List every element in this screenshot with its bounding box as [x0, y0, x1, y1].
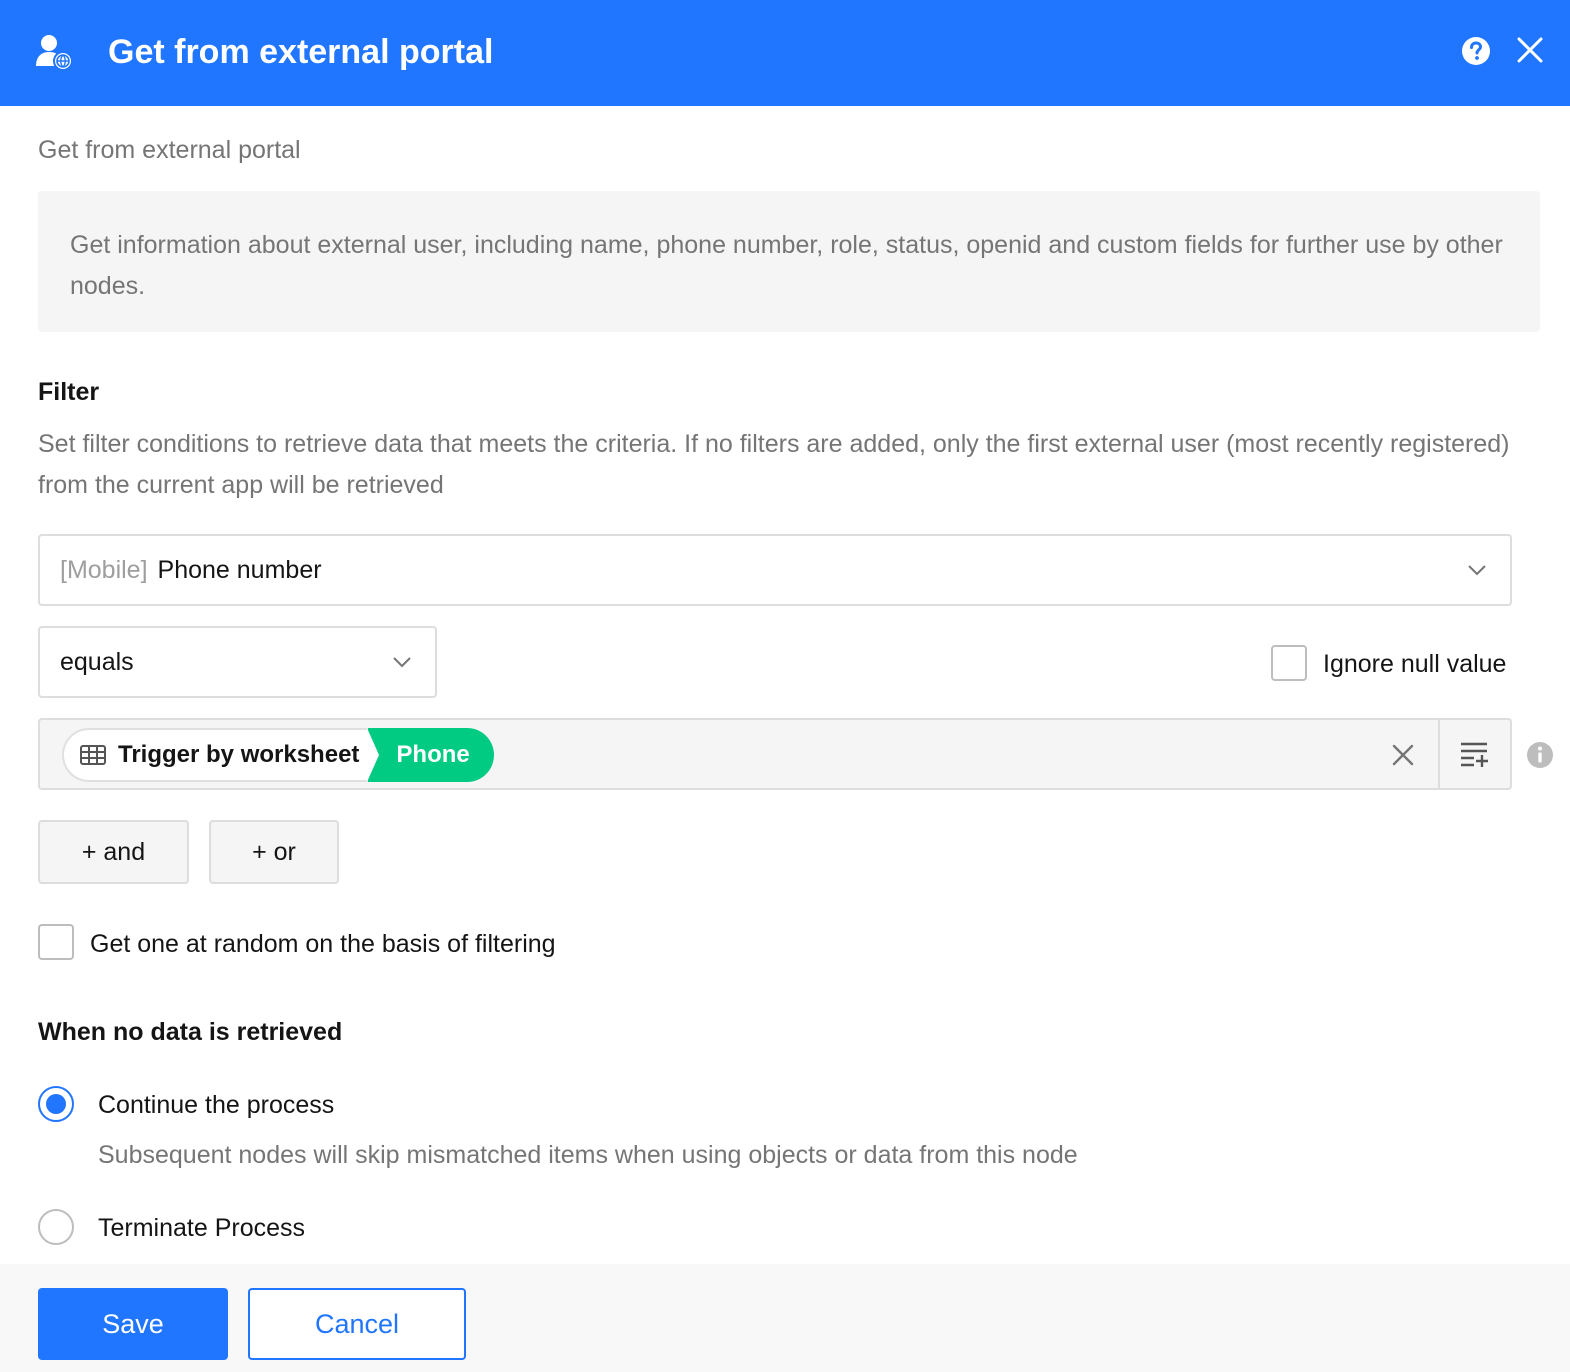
node-description-box: Get information about external user, inc… — [38, 191, 1540, 332]
divider — [1438, 720, 1440, 788]
field-select-value: Phone number — [157, 555, 322, 584]
cancel-button[interactable]: Cancel — [248, 1288, 466, 1360]
random-checkbox[interactable] — [38, 924, 74, 960]
node-name[interactable]: Get from external portal — [38, 134, 301, 166]
operator-select-value: equals — [60, 647, 134, 676]
table-icon — [80, 745, 106, 765]
random-label[interactable]: Get one at random on the basis of filter… — [90, 928, 556, 960]
clear-icon[interactable] — [1392, 744, 1414, 766]
help-circle-icon[interactable] — [1461, 36, 1491, 66]
chip-source-label: Trigger by worksheet — [118, 741, 360, 768]
chip-field: Phone — [367, 728, 494, 782]
continue-process-label[interactable]: Continue the process — [98, 1089, 334, 1121]
info-icon[interactable] — [1526, 741, 1554, 769]
close-icon[interactable] — [1516, 36, 1544, 64]
save-button[interactable]: Save — [38, 1288, 228, 1360]
chip-source: Trigger by worksheet — [62, 728, 370, 782]
continue-process-hint: Subsequent nodes will skip mismatched it… — [98, 1141, 1078, 1169]
add-and-button[interactable]: + and — [38, 820, 189, 884]
operator-select[interactable]: equals — [38, 626, 437, 698]
dynamic-value-chip[interactable]: Trigger by worksheet Phone — [62, 728, 494, 782]
filter-description: Set filter conditions to retrieve data t… — [38, 430, 1510, 499]
continue-process-radio[interactable] — [38, 1086, 74, 1122]
chevron-down-icon — [393, 657, 411, 668]
chip-field-label: Phone — [396, 741, 470, 768]
field-select[interactable]: [Mobile] Phone number — [38, 534, 1512, 606]
field-type-prefix: [Mobile] — [60, 555, 148, 584]
dialog-footer: Save Cancel — [0, 1264, 1570, 1372]
filter-title: Filter — [38, 378, 100, 406]
filter-value-field[interactable]: Trigger by worksheet Phone — [38, 718, 1512, 790]
add-or-button[interactable]: + or — [209, 820, 339, 884]
node-description: Get information about external user, inc… — [70, 231, 1503, 300]
dialog-title: Get from external portal — [108, 33, 494, 71]
terminate-process-label[interactable]: Terminate Process — [98, 1212, 305, 1244]
insert-field-icon[interactable] — [1460, 740, 1492, 768]
no-data-title: When no data is retrieved — [38, 1018, 343, 1046]
dialog-header: Get from external portal — [0, 0, 1570, 106]
terminate-process-radio[interactable] — [38, 1209, 74, 1245]
external-user-icon — [36, 35, 73, 71]
ignore-null-label[interactable]: Ignore null value — [1323, 648, 1506, 680]
chevron-down-icon — [1468, 565, 1486, 576]
ignore-null-checkbox[interactable] — [1271, 645, 1307, 681]
